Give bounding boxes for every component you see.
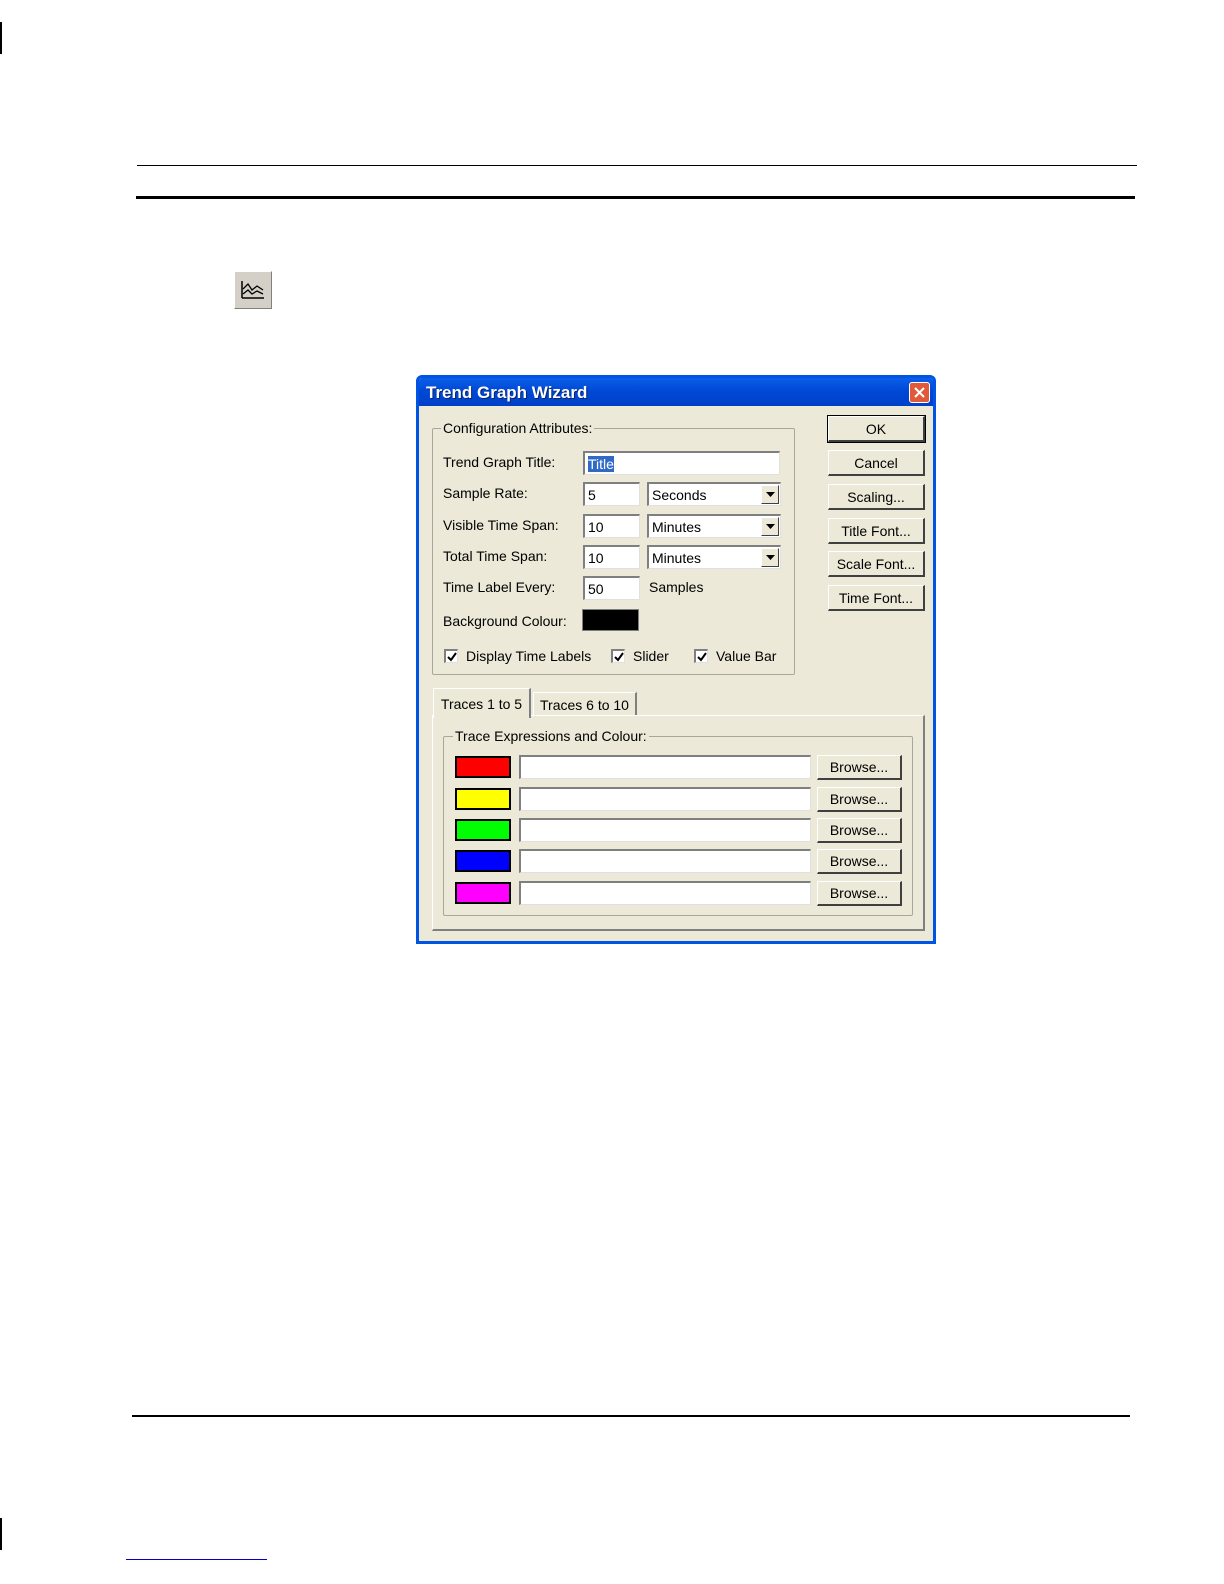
display-time-labels-checkbox[interactable] (444, 649, 458, 663)
trace-expression-input[interactable] (519, 849, 811, 873)
value-bar-checkbox[interactable] (694, 649, 708, 663)
chevron-down-icon[interactable] (761, 548, 779, 567)
visible-time-span-unit-select[interactable]: Minutes (647, 514, 781, 538)
visible-time-span-unit-value: Minutes (652, 519, 702, 535)
title-font-button[interactable]: Title Font... (828, 518, 925, 544)
page-margin-mark-bottom (0, 1518, 2, 1550)
trace-browse-button[interactable]: Browse... (817, 755, 902, 780)
trace-expressions-label: Trace Expressions and Colour: (453, 728, 649, 744)
dialog-titlebar[interactable]: Trend Graph Wizard (419, 378, 933, 406)
total-time-span-input[interactable]: 10 (583, 545, 640, 569)
slider-label[interactable]: Slider (633, 648, 669, 664)
sample-rate-unit-value: Seconds (652, 487, 707, 503)
sample-rate-unit-select[interactable]: Seconds (647, 482, 781, 506)
total-time-span-label: Total Time Span: (443, 548, 548, 564)
scale-font-button[interactable]: Scale Font... (828, 551, 925, 577)
time-label-every-input[interactable]: 50 (583, 576, 640, 600)
trend-graph-title-input[interactable]: Title (583, 451, 780, 475)
sample-rate-input[interactable]: 5 (583, 482, 640, 506)
trend-graph-title-label: Trend Graph Title: (443, 454, 556, 470)
trace-expression-input[interactable] (519, 787, 811, 811)
total-time-span-unit-select[interactable]: Minutes (647, 545, 781, 569)
trace-browse-button[interactable]: Browse... (817, 787, 902, 812)
slider-checkbox[interactable] (611, 649, 625, 663)
trace-expression-input[interactable] (519, 755, 811, 779)
trace-colour-swatch[interactable] (455, 819, 511, 841)
trace-expression-input[interactable] (519, 881, 811, 905)
dialog-title: Trend Graph Wizard (426, 383, 588, 402)
trend-graph-icon[interactable] (234, 271, 272, 309)
trace-browse-button[interactable]: Browse... (817, 818, 902, 843)
time-label-every-unit: Samples (649, 579, 704, 595)
ok-button[interactable]: OK (827, 415, 926, 443)
check-icon (446, 651, 457, 662)
trace-expression-input[interactable] (519, 818, 811, 842)
value-bar-label[interactable]: Value Bar (716, 648, 776, 664)
header-rule-thin (137, 165, 1137, 166)
chevron-down-icon[interactable] (761, 485, 779, 504)
trace-browse-button[interactable]: Browse... (817, 881, 902, 906)
header-rule-thick (136, 196, 1135, 199)
time-font-button[interactable]: Time Font... (828, 585, 925, 611)
page-margin-mark-top (0, 22, 2, 54)
display-time-labels-label[interactable]: Display Time Labels (466, 648, 591, 664)
background-colour-swatch[interactable] (582, 609, 639, 631)
configuration-attributes-label: Configuration Attributes: (441, 420, 595, 436)
scaling-button[interactable]: Scaling... (828, 484, 925, 510)
visible-time-span-label: Visible Time Span: (443, 517, 559, 533)
background-colour-label: Background Colour: (443, 613, 567, 629)
trace-colour-swatch[interactable] (455, 788, 511, 810)
chevron-down-icon[interactable] (761, 517, 779, 536)
tab-traces-6-to-10[interactable]: Traces 6 to 10 (533, 692, 637, 716)
trace-colour-swatch[interactable] (455, 756, 511, 778)
visible-time-span-input[interactable]: 10 (583, 514, 640, 538)
title-selected-text: Title (588, 456, 614, 472)
check-icon (613, 651, 624, 662)
check-icon (696, 651, 707, 662)
trend-graph-wizard-dialog: Trend Graph Wizard Configuration Attribu… (416, 375, 936, 944)
close-icon[interactable] (909, 382, 930, 403)
footer-rule (132, 1415, 1130, 1417)
trace-colour-swatch[interactable] (455, 850, 511, 872)
tab-traces-1-to-5[interactable]: Traces 1 to 5 (433, 688, 531, 718)
time-label-every-label: Time Label Every: (443, 579, 556, 595)
sample-rate-label: Sample Rate: (443, 485, 528, 501)
cancel-button[interactable]: Cancel (828, 450, 925, 476)
total-time-span-unit-value: Minutes (652, 550, 702, 566)
trace-browse-button[interactable]: Browse... (817, 849, 902, 874)
footer-link-underline (126, 1559, 267, 1560)
trace-colour-swatch[interactable] (455, 882, 511, 904)
